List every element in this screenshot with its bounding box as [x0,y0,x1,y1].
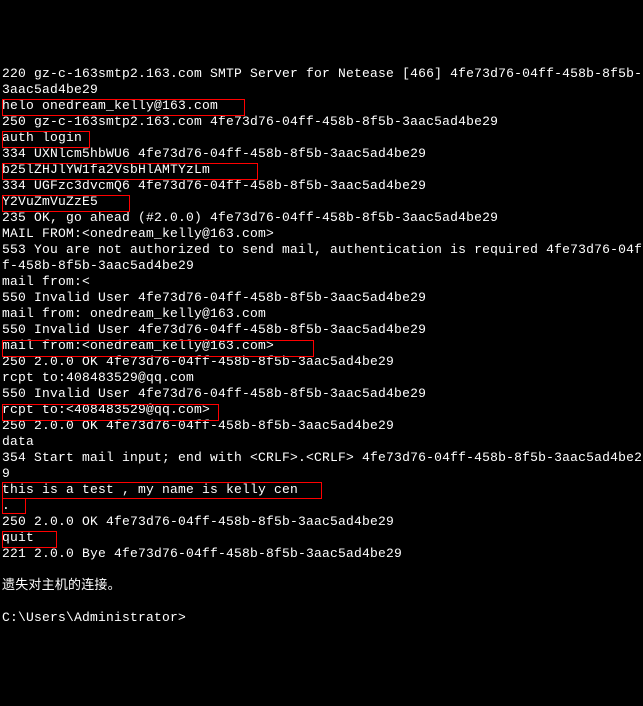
terminal-line [2,562,643,578]
terminal[interactable]: 220 gz-c-163smtp2.163.com SMTP Server fo… [2,66,643,626]
terminal-line: mail from: onedream_kelly@163.com [2,306,643,322]
terminal-line: 遗失对主机的连接。 [2,578,643,594]
terminal-line: rcpt to:408483529@qq.com [2,370,643,386]
terminal-line: mail from:< [2,274,643,290]
terminal-line: 235 OK, go ahead (#2.0.0) 4fe73d76-04ff-… [2,210,643,226]
terminal-line: 550 Invalid User 4fe73d76-04ff-458b-8f5b… [2,322,643,338]
terminal-line: this is a test , my name is kelly cen [2,482,643,498]
terminal-line: mail from:<onedream_kelly@163.com> [2,338,643,354]
terminal-line: 334 UXNlcm5hbWU6 4fe73d76-04ff-458b-8f5b… [2,146,643,162]
terminal-line: 250 gz-c-163smtp2.163.com 4fe73d76-04ff-… [2,114,643,130]
terminal-line: 553 You are not authorized to send mail,… [2,242,643,258]
terminal-line: Y2VuZmVuZzE5 [2,194,643,210]
terminal-line: 221 2.0.0 Bye 4fe73d76-04ff-458b-8f5b-3a… [2,546,643,562]
terminal-line: 220 gz-c-163smtp2.163.com SMTP Server fo… [2,66,643,82]
terminal-line: MAIL FROM:<onedream_kelly@163.com> [2,226,643,242]
terminal-line: 550 Invalid User 4fe73d76-04ff-458b-8f5b… [2,386,643,402]
terminal-line: 250 2.0.0 OK 4fe73d76-04ff-458b-8f5b-3aa… [2,514,643,530]
terminal-line: rcpt to:<408483529@qq.com> [2,402,643,418]
terminal-line: helo onedream_kelly@163.com [2,98,643,114]
terminal-line: data [2,434,643,450]
terminal-line: C:\Users\Administrator> [2,610,643,626]
terminal-line: 9 [2,466,643,482]
terminal-line: auth login [2,130,643,146]
terminal-line: 550 Invalid User 4fe73d76-04ff-458b-8f5b… [2,290,643,306]
terminal-line: f-458b-8f5b-3aac5ad4be29 [2,258,643,274]
terminal-line: 250 2.0.0 OK 4fe73d76-04ff-458b-8f5b-3aa… [2,354,643,370]
terminal-line: b25lZHJlYW1fa2VsbHlAMTYzLm [2,162,643,178]
terminal-line [2,594,643,610]
terminal-line: . [2,498,643,514]
terminal-line: 250 2.0.0 OK 4fe73d76-04ff-458b-8f5b-3aa… [2,418,643,434]
terminal-line: 334 UGFzc3dvcmQ6 4fe73d76-04ff-458b-8f5b… [2,178,643,194]
terminal-line: quit [2,530,643,546]
terminal-line: 3aac5ad4be29 [2,82,643,98]
terminal-line: 354 Start mail input; end with <CRLF>.<C… [2,450,643,466]
